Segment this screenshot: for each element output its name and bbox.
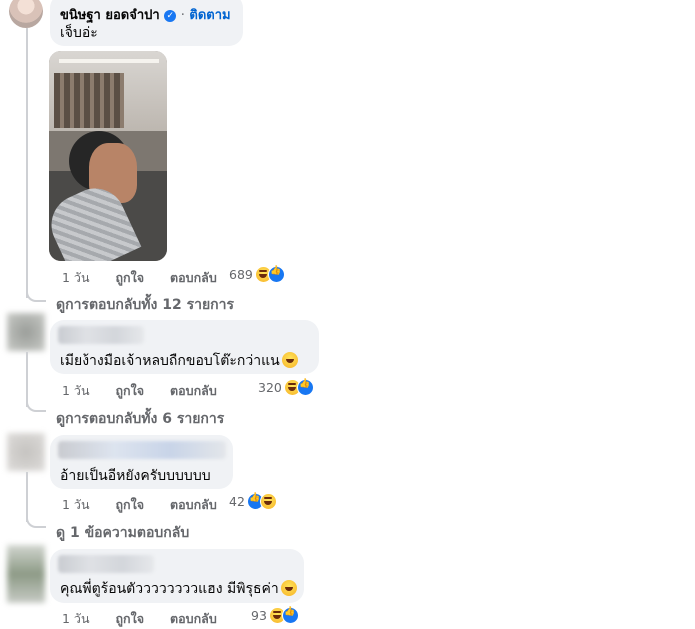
comment-actions: 1 วัน ถูกใจ ตอบกลับ (62, 609, 239, 629)
haha-reaction-icon (259, 493, 277, 510)
separator-dot: · (180, 8, 185, 23)
comment-text-content: เมียง้างมือเจ้าหลบถืกขอบโต๊ะกว่าแน (60, 353, 280, 369)
blurred-author-name[interactable] (58, 555, 154, 573)
laughing-emoji-icon (281, 352, 298, 368)
reply-button[interactable]: ตอบกลับ (170, 383, 217, 398)
like-button[interactable]: ถูกใจ (115, 611, 144, 626)
thread-line-curve (26, 286, 46, 302)
reaction-summary[interactable]: 320 (258, 379, 314, 396)
like-button[interactable]: ถูกใจ (115, 497, 144, 512)
reaction-summary[interactable]: 689 (229, 266, 285, 283)
like-reaction-icon (281, 607, 299, 624)
reply-button[interactable]: ตอบกลับ (170, 497, 217, 512)
reaction-summary[interactable]: 93 (251, 607, 299, 624)
comment-actions: 1 วัน ถูกใจ ตอบกลับ (62, 268, 239, 288)
thread-line (26, 28, 28, 298)
comment-text: เจ็บอ่ะ (60, 25, 98, 41)
reaction-count: 689 (229, 267, 253, 282)
comment-text: คุณพี่ตูร้อนตัววววววววแฮง มีพิรุธค่า (60, 578, 297, 600)
avatar[interactable] (7, 545, 45, 603)
reaction-count: 42 (229, 494, 245, 509)
photo-shelf (54, 73, 124, 128)
comment-text: เมียง้างมือเจ้าหลบถืกขอบโต๊ะกว่าแน (60, 350, 298, 372)
reply-button[interactable]: ตอบกลับ (170, 270, 217, 285)
avatar[interactable] (7, 313, 45, 351)
like-button[interactable]: ถูกใจ (115, 270, 144, 285)
follow-link[interactable]: ติดตาม (189, 8, 230, 23)
avatar[interactable] (9, 0, 43, 28)
thread-line-curve (26, 396, 46, 412)
reaction-summary[interactable]: 42 (229, 493, 277, 510)
like-reaction-icon (296, 379, 314, 396)
thread-line-curve (26, 512, 46, 528)
comment-text: อ้ายเป็นอีหยังครับบบบบบ (60, 468, 211, 484)
reply-button[interactable]: ตอบกลับ (170, 611, 217, 626)
author-name[interactable]: ขนิษฐา ยอดจำปา (60, 8, 160, 23)
verified-badge-icon: ✓ (164, 10, 177, 22)
view-replies-link[interactable]: ดู 1 ข้อความตอบกลับ (56, 522, 189, 544)
like-reaction-icon (267, 266, 285, 283)
comment-time[interactable]: 1 วัน (62, 497, 90, 512)
reaction-count: 93 (251, 608, 267, 623)
view-replies-link[interactable]: ดูการตอบกลับทั้ง 12 รายการ (56, 294, 234, 316)
comment-text-content: คุณพี่ตูร้อนตัววววววววแฮง มีพิรุธค่า (60, 581, 279, 597)
blurred-author-name[interactable] (58, 441, 226, 459)
comment-actions: 1 วัน ถูกใจ ตอบกลับ (62, 381, 239, 401)
reaction-count: 320 (258, 380, 282, 395)
photo-ceiling-light (59, 59, 159, 63)
comment-time[interactable]: 1 วัน (62, 270, 90, 285)
laughing-emoji-icon (280, 580, 297, 596)
like-button[interactable]: ถูกใจ (115, 383, 144, 398)
comment-photo[interactable] (49, 51, 167, 261)
blurred-author-name[interactable] (58, 326, 144, 344)
avatar[interactable] (7, 433, 45, 471)
comment-time[interactable]: 1 วัน (62, 611, 90, 626)
comment-time[interactable]: 1 วัน (62, 383, 90, 398)
view-replies-link[interactable]: ดูการตอบกลับทั้ง 6 รายการ (56, 408, 224, 430)
comment-actions: 1 วัน ถูกใจ ตอบกลับ (62, 495, 239, 515)
